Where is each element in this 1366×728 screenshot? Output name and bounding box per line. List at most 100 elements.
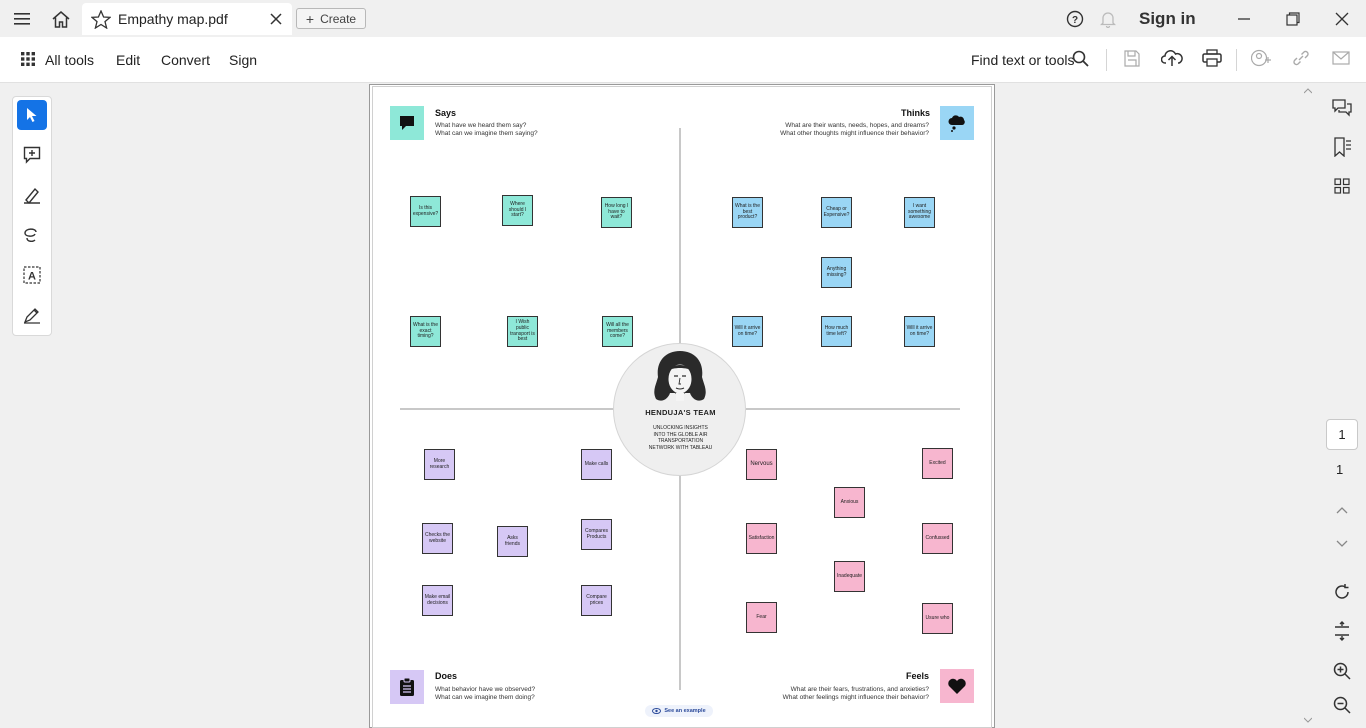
says-speech-bubble-icon — [390, 106, 424, 140]
next-page-icon[interactable] — [1330, 532, 1354, 556]
main-toolbar: All tools Edit Convert Sign Find text or… — [0, 37, 1366, 83]
eye-icon — [652, 708, 662, 714]
highlight-tool-button[interactable] — [17, 180, 47, 210]
team-name: HENDUJA'S TEAM — [645, 408, 716, 417]
zoom-out-icon[interactable] — [1330, 693, 1354, 717]
print-icon[interactable] — [1202, 49, 1222, 72]
sticky-note: Anything missing? — [821, 257, 852, 288]
thinks-thought-cloud-icon — [940, 106, 974, 140]
sticky-note: Asks friends — [497, 526, 528, 557]
text-recognition-button[interactable]: A — [17, 260, 47, 290]
upload-cloud-icon[interactable] — [1160, 49, 1183, 72]
vertical-scrollbar[interactable] — [1300, 84, 1316, 728]
rotate-icon[interactable] — [1330, 580, 1354, 604]
feels-heart-icon — [940, 669, 974, 703]
search-icon[interactable] — [1072, 50, 1089, 72]
minimize-icon[interactable] — [1231, 6, 1257, 32]
see-example-label: See an example — [664, 708, 706, 714]
sticky-note: Will it arrive on time? — [904, 316, 935, 347]
sticky-note: Will it arrive on time? — [732, 316, 763, 347]
sign-in-link[interactable]: Sign in — [1139, 9, 1196, 29]
sticky-note: How long I have to wait? — [601, 197, 632, 228]
does-clipboard-icon — [390, 670, 424, 704]
sticky-note: What is the best product? — [732, 197, 763, 228]
sticky-note: Will all the members come? — [602, 316, 633, 347]
all-tools-menu[interactable]: All tools — [45, 52, 94, 68]
svg-text:A: A — [28, 271, 36, 283]
sign-tool-button[interactable] — [17, 300, 47, 330]
does-question-1: What behavior have we observed? — [435, 686, 536, 693]
hamburger-menu-icon[interactable] — [9, 6, 35, 32]
sticky-note: How much time left? — [821, 316, 852, 347]
feels-question-2: What other feelings might influence thei… — [782, 694, 929, 701]
help-icon[interactable]: ? — [1062, 6, 1088, 32]
sticky-note: Confussed — [922, 523, 953, 554]
email-icon[interactable] — [1332, 51, 1350, 70]
horizontal-divider-right — [746, 408, 960, 410]
sticky-note: Inadequate — [834, 561, 865, 592]
sticky-note: Usure who — [922, 603, 953, 634]
notification-bell-icon[interactable] — [1095, 6, 1121, 32]
sticky-note: Make email decisions — [422, 585, 453, 616]
toolbar-divider — [1236, 49, 1237, 71]
says-question-2: What can we imagine them saying? — [435, 130, 538, 137]
share-person-icon[interactable] — [1250, 49, 1271, 72]
create-button[interactable]: + Create — [296, 8, 366, 29]
says-title: Says — [435, 108, 457, 118]
previous-page-icon[interactable] — [1330, 498, 1354, 522]
document-tab[interactable]: Empathy map.pdf — [82, 3, 292, 35]
home-icon[interactable] — [48, 6, 74, 32]
sticky-note: Satisfaction — [746, 523, 777, 554]
see-example-button[interactable]: See an example — [645, 705, 713, 717]
draw-tool-button[interactable] — [17, 220, 47, 250]
sticky-note: Compares Products — [581, 519, 612, 550]
sticky-note: What is the exact timing? — [410, 316, 441, 347]
find-text-or-tools[interactable]: Find text or tools — [971, 52, 1075, 68]
persona-portrait-icon — [654, 351, 706, 401]
sticky-note: Cheap or Expensive? — [821, 197, 852, 228]
does-title: Does — [435, 671, 458, 681]
link-icon[interactable] — [1292, 50, 1310, 71]
sticky-note: Where should I start? — [502, 195, 533, 226]
all-tools-grid-icon[interactable] — [21, 52, 35, 71]
feels-title: Feels — [906, 671, 930, 681]
sticky-note: Compare prices — [581, 585, 612, 616]
sticky-note: Make calls — [581, 449, 612, 480]
sticky-note: Is this expensive? — [410, 196, 441, 227]
sign-menu[interactable]: Sign — [229, 52, 257, 68]
cursor-arrow-icon — [27, 108, 37, 122]
star-icon[interactable] — [88, 6, 114, 32]
fit-page-icon[interactable] — [1330, 619, 1354, 643]
zoom-in-icon[interactable] — [1330, 659, 1354, 683]
text-box-icon: A — [23, 266, 41, 284]
restore-icon[interactable] — [1280, 6, 1306, 32]
thinks-title: Thinks — [901, 108, 931, 118]
sticky-note: I Wish public transport is best — [507, 316, 538, 347]
thumbnails-icon[interactable] — [1330, 174, 1354, 198]
sticky-note: Checks the website — [422, 523, 453, 554]
bookmarks-icon[interactable] — [1330, 135, 1354, 159]
scroll-down-icon — [1304, 717, 1312, 723]
comments-icon[interactable] — [1330, 96, 1354, 120]
sticky-note: Excited — [922, 448, 953, 479]
page-number-input[interactable]: 1 — [1326, 419, 1358, 450]
page-total: 1 — [1336, 462, 1344, 477]
thinks-question-2: What other thoughts might influence thei… — [780, 130, 929, 137]
title-bar: Empathy map.pdf + Create ? Sign in — [0, 0, 1366, 37]
scroll-up-icon — [1304, 88, 1312, 94]
close-window-icon[interactable] — [1329, 6, 1355, 32]
highlighter-pen-icon — [24, 187, 40, 204]
pen-signature-icon — [23, 308, 40, 324]
close-tab-icon[interactable] — [263, 6, 289, 32]
plus-icon: + — [305, 10, 315, 27]
persona-circle: HENDUJA'S TEAM UNLOCKING INSIGHTS INTO T… — [613, 343, 746, 476]
save-icon[interactable] — [1124, 50, 1140, 72]
convert-menu[interactable]: Convert — [161, 52, 210, 68]
horizontal-divider-left — [400, 408, 613, 410]
select-tool-button[interactable] — [17, 100, 47, 130]
create-label: Create — [320, 11, 357, 26]
tab-title: Empathy map.pdf — [118, 11, 228, 27]
quick-tools-panel: A — [12, 96, 52, 336]
edit-menu[interactable]: Edit — [116, 52, 140, 68]
add-comment-button[interactable] — [17, 140, 47, 170]
